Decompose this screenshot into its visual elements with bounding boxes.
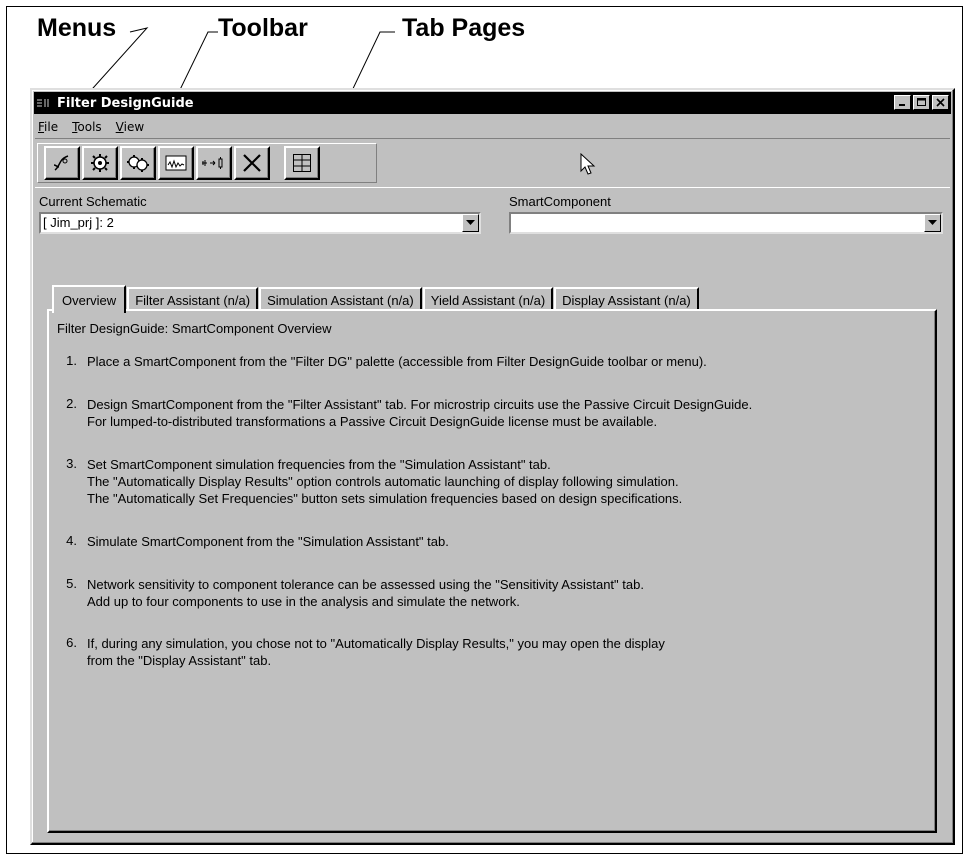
minimize-icon[interactable]	[894, 95, 911, 110]
step-number: 5.	[66, 576, 77, 591]
step-text: The "Automatically Set Frequencies" butt…	[87, 491, 683, 506]
delete-icon[interactable]	[234, 146, 270, 180]
step-number: 2.	[66, 396, 77, 411]
app-icon	[37, 96, 53, 110]
overview-step: 2. Design SmartComponent from the "Filte…	[59, 396, 752, 430]
menu-view[interactable]: View	[114, 120, 146, 134]
overview-step: 3. Set SmartComponent simulation frequen…	[59, 456, 682, 507]
menu-file[interactable]: File	[36, 120, 60, 134]
tab-yield-assistant[interactable]: Yield Assistant (n/a)	[422, 287, 554, 311]
overview-step: 4. Simulate SmartComponent from the "Sim…	[59, 533, 449, 550]
step-text: Simulate SmartComponent from the "Simula…	[87, 534, 449, 549]
close-icon[interactable]	[932, 95, 949, 110]
overview-title: Filter DesignGuide: SmartComponent Overv…	[57, 321, 332, 336]
tab-simulation-assistant[interactable]: Simulation Assistant (n/a)	[259, 287, 422, 311]
step-text: The "Automatically Display Results" opti…	[87, 474, 679, 489]
maximize-icon[interactable]	[913, 95, 930, 110]
smartcomponent-label: SmartComponent	[509, 194, 611, 209]
step-text: Design SmartComponent from the "Filter A…	[87, 397, 753, 412]
double-gear-icon[interactable]	[120, 146, 156, 180]
step-text: Network sensitivity to component toleran…	[87, 577, 644, 592]
mouse-cursor-icon	[580, 153, 596, 175]
tab-overview[interactable]: Overview	[52, 285, 127, 313]
step-text: Set SmartComponent simulation frequencie…	[87, 457, 551, 472]
step-text: For lumped-to-distributed transformation…	[87, 414, 658, 429]
current-schematic-select[interactable]: [ Jim_prj ]: 2	[39, 212, 481, 234]
filter-design-icon[interactable]	[44, 146, 80, 180]
title-bar[interactable]: Filter DesignGuide	[34, 92, 951, 114]
filter-designguide-window: Filter DesignGuide File Tools View Curre…	[30, 88, 955, 845]
smartcomponent-select[interactable]	[509, 212, 943, 234]
step-number: 6.	[66, 635, 77, 650]
menu-tools[interactable]: Tools	[70, 120, 104, 134]
step-text: Add up to four components to use in the …	[87, 594, 520, 609]
overview-panel: Filter DesignGuide: SmartComponent Overv…	[47, 309, 937, 833]
step-number: 1.	[66, 353, 77, 368]
transform-icon[interactable]	[196, 146, 232, 180]
step-number: 3.	[66, 456, 77, 471]
tab-strip: Overview Filter Assistant (n/a) Simulati…	[52, 283, 700, 313]
overview-step: 6. If, during any simulation, you chose …	[59, 635, 665, 669]
tab-display-assistant[interactable]: Display Assistant (n/a)	[554, 287, 699, 311]
gear-icon[interactable]	[82, 146, 118, 180]
grid-icon[interactable]	[284, 146, 320, 180]
chevron-down-icon[interactable]	[924, 214, 941, 232]
toolbar	[37, 143, 377, 183]
callout-tab-pages: Tab Pages	[402, 14, 526, 42]
step-text: If, during any simulation, you chose not…	[87, 636, 665, 651]
toolbar-area	[35, 138, 950, 188]
window-title: Filter DesignGuide	[57, 95, 194, 111]
callout-toolbar: Toolbar	[218, 14, 308, 42]
display-plot-icon[interactable]	[158, 146, 194, 180]
overview-step: 5. Network sensitivity to component tole…	[59, 576, 644, 610]
chevron-down-icon[interactable]	[462, 214, 479, 232]
step-text: from the "Display Assistant" tab.	[87, 653, 272, 668]
current-schematic-value: [ Jim_prj ]: 2	[43, 215, 114, 230]
callout-menus: Menus	[37, 14, 117, 42]
current-schematic-label: Current Schematic	[39, 194, 147, 209]
tab-filter-assistant[interactable]: Filter Assistant (n/a)	[127, 287, 259, 311]
overview-step: 1. Place a SmartComponent from the "Filt…	[59, 353, 707, 370]
step-number: 4.	[66, 533, 77, 548]
menu-bar: File Tools View	[36, 117, 156, 137]
step-text: Place a SmartComponent from the "Filter …	[87, 354, 707, 369]
